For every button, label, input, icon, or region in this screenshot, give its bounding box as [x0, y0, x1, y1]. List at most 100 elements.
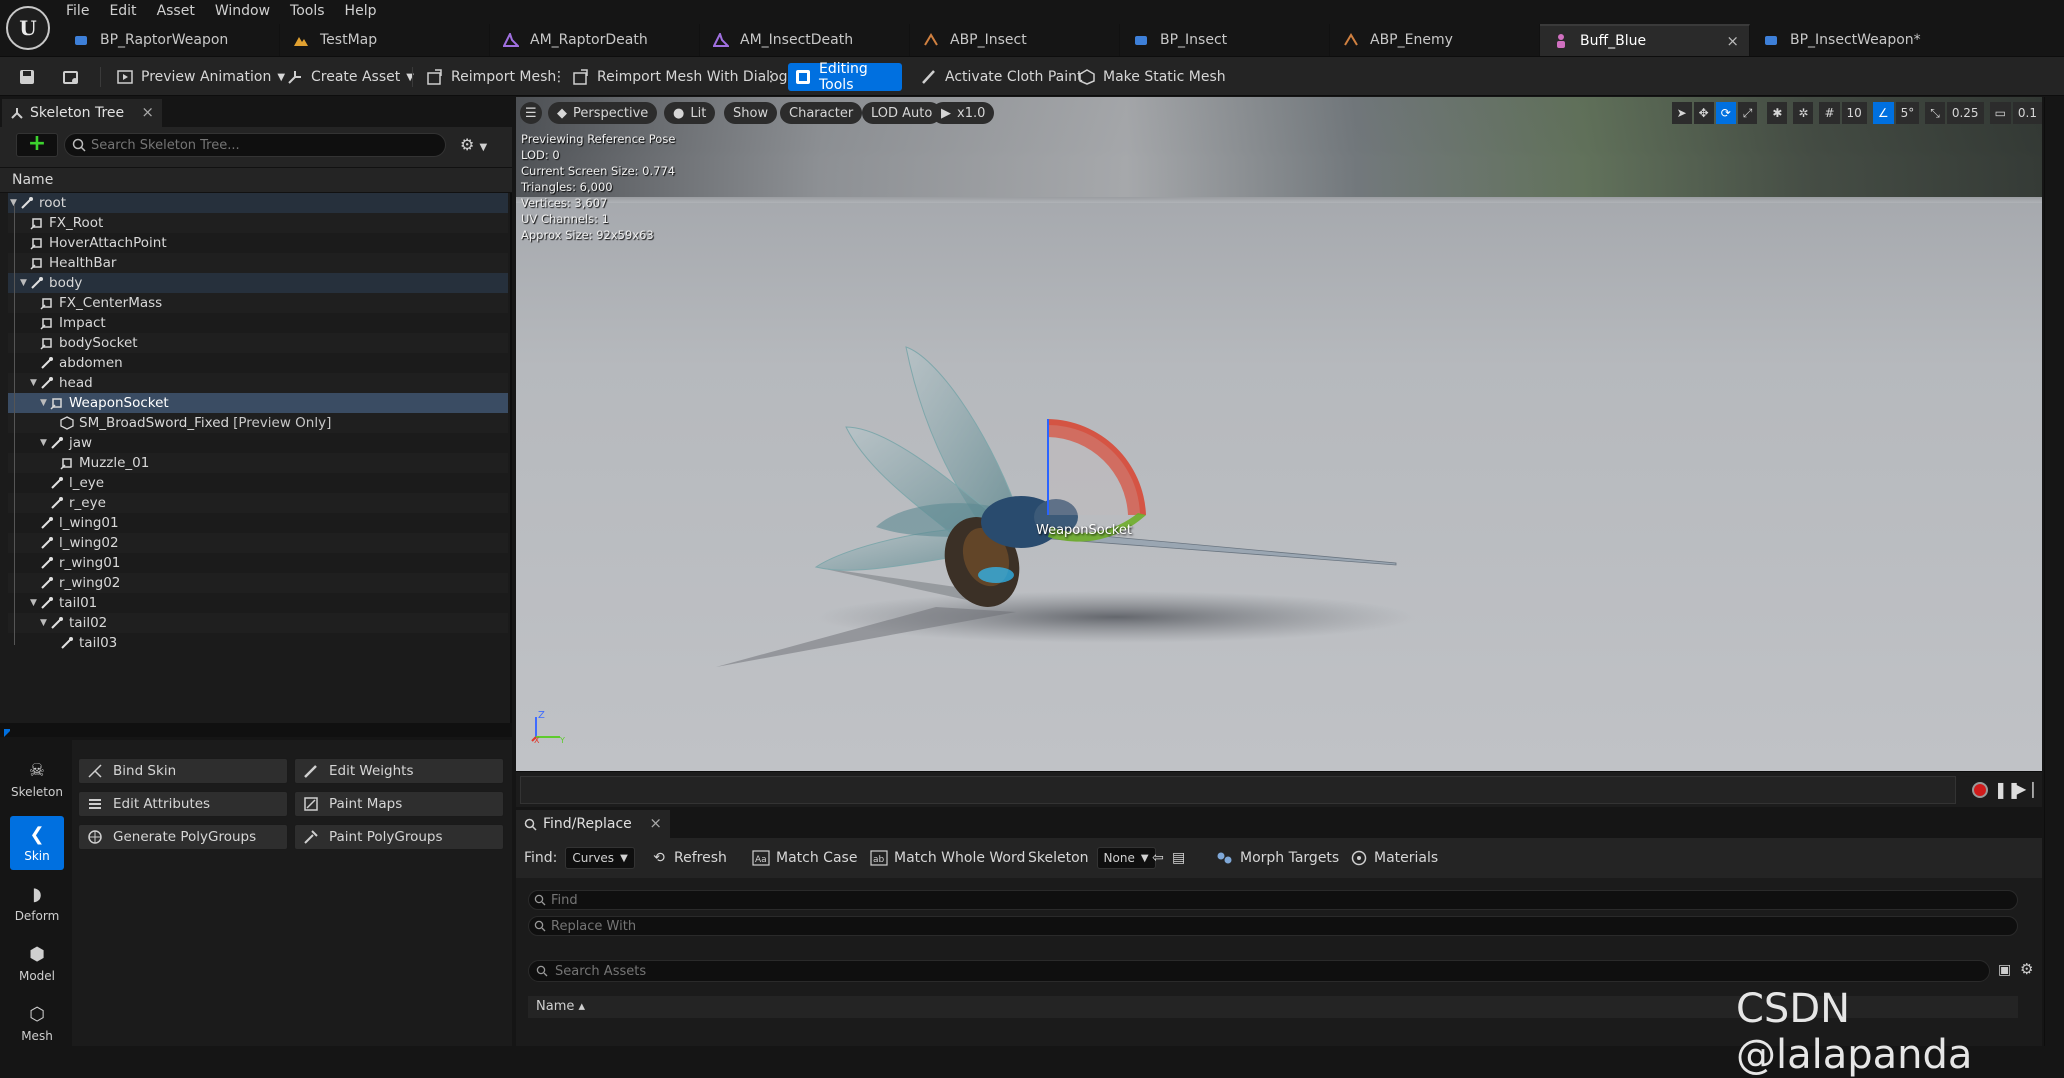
tree-row-tail01[interactable]: ▼ tail01: [8, 593, 508, 613]
tree-row-r-wing02[interactable]: r_wing02: [8, 573, 508, 593]
tab-bp-insect[interactable]: BP_Insect: [1120, 24, 1330, 56]
skeleton-filter-dropdown[interactable]: None ▼: [1096, 847, 1156, 869]
browse-icon[interactable]: [56, 63, 86, 91]
tree-row-tail03[interactable]: tail03: [8, 633, 508, 653]
camera-speed-icon[interactable]: ▭: [1989, 102, 2011, 124]
tree-row-healthbar[interactable]: HealthBar: [8, 253, 508, 273]
more-options-icon[interactable]: ⋮: [758, 63, 784, 91]
tree-row-impact[interactable]: Impact: [8, 313, 508, 333]
tree-row-sm-broadsword-fixed[interactable]: SM_BroadSword_Fixed [Preview Only]: [8, 413, 508, 433]
grid-snap-icon[interactable]: #: [1819, 102, 1840, 124]
paint-polygroups-button[interactable]: Paint PolyGroups: [294, 824, 504, 850]
character-button[interactable]: Character: [780, 102, 863, 124]
find-input[interactable]: [528, 890, 2018, 910]
gear-icon[interactable]: ⚙ ▼: [460, 135, 487, 154]
tree-row-fx-root[interactable]: FX_Root: [8, 213, 508, 233]
edit-attributes-button[interactable]: Edit Attributes: [78, 791, 288, 817]
tree-row-muzzle-01[interactable]: Muzzle_01: [8, 453, 508, 473]
expand-arrow-icon[interactable]: ▼: [40, 438, 50, 448]
paint-maps-button[interactable]: Paint Maps: [294, 791, 504, 817]
play-rate-button[interactable]: ▶ x1.0: [932, 102, 995, 124]
tab-abp-enemy[interactable]: ABP_Enemy: [1330, 24, 1540, 56]
expand-arrow-icon[interactable]: ▼: [30, 598, 40, 608]
show-button[interactable]: Show: [724, 102, 778, 124]
translate-icon[interactable]: ✥: [1693, 102, 1714, 124]
preview-animation-button[interactable]: Preview Animation ▼: [110, 63, 291, 91]
refresh-button[interactable]: ⟲ Refresh: [650, 846, 727, 870]
preview-viewport[interactable]: WeaponSocket ☰ ◆ Perspective ● Lit Show Ch…: [516, 97, 2042, 771]
menu-file[interactable]: File: [56, 0, 99, 22]
timeline-track[interactable]: [520, 776, 1956, 804]
add-socket-button[interactable]: +: [16, 133, 58, 157]
record-icon[interactable]: [1972, 782, 1988, 798]
scale-snap-icon[interactable]: ⤡: [1925, 102, 1945, 124]
expand-arrow-icon[interactable]: ▼: [40, 618, 50, 628]
surface-snap-icon[interactable]: ✲: [1793, 102, 1814, 124]
tree-row-root[interactable]: ▼ root: [8, 193, 508, 213]
menu-window[interactable]: Window: [205, 0, 280, 22]
expand-arrow-icon[interactable]: ▼: [30, 378, 40, 388]
tree-row-weaponsocket[interactable]: ▼ WeaponSocket: [8, 393, 508, 413]
match-whole-word-toggle[interactable]: ab Match Whole Word: [870, 846, 1025, 870]
mode-mesh[interactable]: ⬡ Mesh: [10, 996, 64, 1050]
tree-row-hoverattachpoint[interactable]: HoverAttachPoint: [8, 233, 508, 253]
step-forward-icon[interactable]: ▶❘: [2014, 779, 2040, 798]
editing-tools-button[interactable]: Editing Tools: [788, 61, 902, 93]
menu-asset[interactable]: Asset: [147, 0, 205, 22]
tree-row-head[interactable]: ▼ head: [8, 373, 508, 393]
tab-buff-blue[interactable]: Buff_Blue ×: [1540, 24, 1750, 56]
tab-am-insectdeath[interactable]: AM_InsectDeath: [700, 24, 910, 56]
mode-deform[interactable]: ◗ Deform: [10, 876, 64, 930]
edit-weights-button[interactable]: Edit Weights: [294, 758, 504, 784]
tree-row-r-eye[interactable]: r_eye: [8, 493, 508, 513]
tree-row-bodysocket[interactable]: bodySocket: [8, 333, 508, 353]
panel-splitter[interactable]: [0, 723, 512, 737]
lit-button[interactable]: ● Lit: [664, 102, 716, 124]
tree-row-l-wing02[interactable]: l_wing02: [8, 533, 508, 553]
camera-speed-value[interactable]: 0.1: [2012, 102, 2042, 124]
browse-asset-icon[interactable]: ▤: [1172, 846, 1185, 870]
rotate-icon[interactable]: ⟳: [1715, 102, 1736, 124]
find-type-dropdown[interactable]: Curves ▼: [565, 847, 635, 869]
gear-icon[interactable]: ⚙: [2020, 960, 2033, 978]
tree-row-abdomen[interactable]: abdomen: [8, 353, 508, 373]
tab-skeleton-tree[interactable]: Skeleton Tree ×: [2, 99, 162, 127]
close-icon[interactable]: ×: [141, 103, 154, 121]
save-icon[interactable]: [12, 63, 42, 91]
scale-snap-value[interactable]: 0.25: [1946, 102, 1984, 124]
perspective-button[interactable]: ◆ Perspective: [548, 102, 658, 124]
search-assets-input[interactable]: [528, 960, 1990, 982]
grid-size-value[interactable]: 10: [1841, 102, 1867, 124]
menu-tools[interactable]: Tools: [280, 0, 335, 22]
tree-row-jaw[interactable]: ▼ jaw: [8, 433, 508, 453]
collapsed-details-strip[interactable]: [2044, 97, 2064, 1046]
tab-bp-insectweapon[interactable]: BP_InsectWeapon*: [1750, 24, 1970, 56]
bind-skin-button[interactable]: Bind Skin: [78, 758, 288, 784]
generate-polygroups-button[interactable]: Generate PolyGroups: [78, 824, 288, 850]
mode-skin[interactable]: ❮ Skin: [10, 816, 64, 870]
unreal-logo-icon[interactable]: U: [6, 6, 50, 50]
tab-abp-insect[interactable]: ABP_Insect: [910, 24, 1120, 56]
use-selected-icon[interactable]: ⇦: [1152, 846, 1164, 870]
close-icon[interactable]: ×: [649, 814, 662, 832]
activate-cloth-paint-button[interactable]: Activate Cloth Paint: [914, 63, 1089, 91]
tree-row-body[interactable]: ▼ body: [8, 273, 508, 293]
tab-am-raptordeath[interactable]: AM_RaptorDeath: [490, 24, 700, 56]
mode-model[interactable]: ⬢ Model: [10, 936, 64, 990]
scale-icon[interactable]: ⤢: [1737, 102, 1758, 124]
reimport-mesh-button[interactable]: Reimport Mesh: [420, 63, 562, 91]
make-static-mesh-button[interactable]: Make Static Mesh: [1072, 63, 1232, 91]
tree-row-l-wing01[interactable]: l_wing01: [8, 513, 508, 533]
rotation-snap-icon[interactable]: ∠: [1872, 102, 1894, 124]
viewport-menu-icon[interactable]: ☰: [520, 102, 542, 124]
expand-arrow-icon[interactable]: ▼: [40, 398, 50, 408]
expand-arrow-icon[interactable]: ▼: [10, 198, 20, 208]
menu-help[interactable]: Help: [335, 0, 387, 22]
menu-edit[interactable]: Edit: [99, 0, 146, 22]
tree-row-fx-centermass[interactable]: FX_CenterMass: [8, 293, 508, 313]
tree-row-r-wing01[interactable]: r_wing01: [8, 553, 508, 573]
rotation-snap-value[interactable]: 5°: [1895, 102, 1920, 124]
tab-bp-raptorweapon[interactable]: BP_RaptorWeapon: [60, 24, 280, 56]
tree-row-l-eye[interactable]: l_eye: [8, 473, 508, 493]
expand-arrow-icon[interactable]: ▼: [20, 278, 30, 288]
